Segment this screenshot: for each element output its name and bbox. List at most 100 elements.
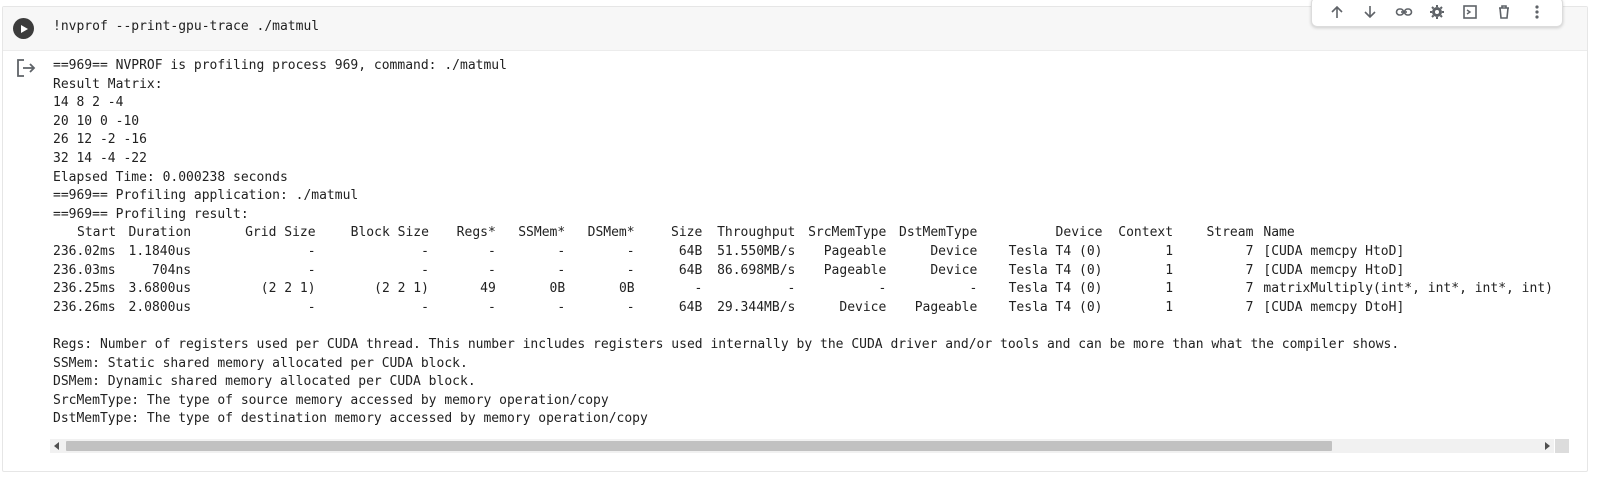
table-cell: (2 2 1) — [374, 281, 429, 297]
table-cell: - — [307, 262, 316, 278]
table-cell: 1 — [1165, 281, 1174, 297]
table-cell: 64B — [678, 262, 703, 278]
table-header-cell: Regs* — [456, 225, 496, 241]
table-cell: 0B — [618, 281, 635, 297]
output-pre-lines: ==969== NVPROF is profiling process 969,… — [53, 57, 1553, 224]
table-cell: (2 2 1) — [260, 281, 316, 297]
table-header-cell: Duration — [128, 225, 192, 241]
table-cell: - — [557, 299, 566, 315]
table-cell: - — [487, 299, 496, 315]
table-header-cell: Start — [77, 225, 117, 241]
more-vert-icon[interactable] — [1527, 2, 1547, 22]
horizontal-scrollbar[interactable] — [50, 439, 1554, 453]
arrow-up-icon[interactable] — [1327, 2, 1347, 22]
table-cell: Pageable — [914, 299, 978, 315]
table-cell: 3.6800us — [128, 281, 192, 297]
mirror-cell-icon[interactable] — [1460, 2, 1480, 22]
table-cell: [CUDA memcpy HtoD] — [1263, 243, 1405, 259]
table-cell: Tesla T4 (0) — [1008, 299, 1103, 315]
table-cell: 7 — [1245, 299, 1254, 315]
scrollbar-corner — [1555, 439, 1569, 453]
scroll-right-icon[interactable] — [1540, 439, 1554, 453]
table-cell: - — [421, 243, 429, 259]
table-cell: - — [487, 262, 496, 278]
table-cell: - — [694, 281, 703, 297]
table-header-cell: Throughput — [717, 225, 796, 241]
output-line: Result Matrix: — [53, 76, 163, 92]
run-cell-button[interactable] — [13, 18, 34, 39]
table-cell: 29.344MB/s — [717, 299, 796, 315]
table-cell: - — [487, 243, 496, 259]
table-cell: - — [307, 299, 316, 315]
table-cell: 236.03ms — [53, 262, 116, 278]
table-cell: 1 — [1165, 299, 1174, 315]
table-cell: - — [307, 243, 316, 259]
table-header-cell: DstMemType — [899, 225, 978, 241]
code-input[interactable]: !nvprof --print-gpu-trace ./matmul — [53, 19, 319, 34]
table-cell: - — [626, 243, 635, 259]
table-cell: - — [969, 281, 978, 297]
play-icon — [20, 24, 28, 33]
gear-icon[interactable] — [1427, 2, 1447, 22]
output-post-lines: Regs: Number of registers used per CUDA … — [53, 317, 1553, 429]
table-cell: 1.1840us — [128, 243, 192, 259]
table-cell: Device — [930, 262, 978, 278]
code-cell[interactable]: !nvprof --print-gpu-trace ./matmul ==969… — [2, 0, 1588, 472]
table-cell: 1 — [1165, 243, 1174, 259]
output-actions-icon[interactable] — [15, 57, 37, 79]
table-cell: Tesla T4 (0) — [1008, 281, 1103, 297]
table-cell: matrixMultiply(int*, int*, int*, int) — [1263, 281, 1553, 297]
table-cell: - — [421, 299, 429, 315]
profiling-table: Start Duration Grid Size Block Size Regs* SSM… — [53, 224, 1553, 317]
table-cell: 1 — [1165, 262, 1174, 278]
table-row: 236.03ms 704ns - - - - - 64B 86.698MB/s Pageable D… — [53, 262, 1553, 281]
table-cell: Tesla T4 (0) — [1008, 243, 1103, 259]
output-line: SrcMemType: The type of source memory ac… — [53, 392, 609, 408]
scroll-left-icon[interactable] — [50, 439, 64, 453]
table-cell: - — [421, 262, 429, 278]
table-cell: 236.02ms — [53, 243, 116, 259]
output-line: ==969== Profiling result: — [53, 206, 249, 222]
output-line: 32 14 -4 -22 — [53, 150, 147, 166]
table-header-cell: Grid Size — [245, 225, 316, 241]
output-line: ==969== Profiling application: ./matmul — [53, 188, 359, 204]
output-line: 26 12 -2 -16 — [53, 132, 147, 148]
output-line: Elapsed Time: 0.000238 seconds — [53, 169, 288, 185]
table-row: 236.02ms 1.1840us - - - - - 64B 51.550MB/s Pageab… — [53, 243, 1553, 262]
table-header-cell: Size — [671, 225, 703, 241]
table-cell: 64B — [678, 243, 703, 259]
scrollbar-thumb[interactable] — [66, 441, 1332, 451]
table-cell: 0B — [549, 281, 566, 297]
table-body: 236.02ms 1.1840us - - - - - 64B 51.550MB/s Pageab… — [53, 243, 1553, 317]
table-cell: - — [626, 262, 635, 278]
cell-output: ==969== NVPROF is profiling process 969,… — [53, 57, 1553, 437]
arrow-down-icon[interactable] — [1360, 2, 1380, 22]
table-cell: - — [626, 299, 635, 315]
table-header-cell: DSMem* — [587, 225, 635, 241]
table-cell: - — [557, 243, 566, 259]
table-cell: 7 — [1245, 243, 1254, 259]
table-cell: 7 — [1245, 262, 1254, 278]
table-header-cell: Block Size — [350, 225, 429, 241]
table-cell: 236.26ms — [53, 299, 116, 315]
table-cell: Device — [839, 299, 887, 315]
table-cell: 7 — [1245, 281, 1254, 297]
table-cell: 51.550MB/s — [717, 243, 796, 259]
table-cell: 236.25ms — [53, 281, 116, 297]
cell-toolbar — [1311, 0, 1563, 27]
table-cell: Device — [930, 243, 978, 259]
output-line: DstMemType: The type of destination memo… — [53, 411, 648, 427]
table-cell: - — [878, 281, 887, 297]
trash-icon[interactable] — [1494, 2, 1514, 22]
table-header-cell: Stream — [1206, 225, 1254, 241]
table-cell: [CUDA memcpy DtoH] — [1263, 299, 1405, 315]
output-line: SSMem: Static shared memory allocated pe… — [53, 355, 468, 371]
table-cell: 49 — [480, 281, 496, 297]
table-cell: 2.0800us — [128, 299, 192, 315]
table-cell: Pageable — [823, 243, 887, 259]
table-header-cell: Name — [1263, 225, 1295, 241]
table-cell: Pageable — [823, 262, 887, 278]
table-cell: 704ns — [151, 262, 192, 278]
link-icon[interactable] — [1394, 2, 1414, 22]
